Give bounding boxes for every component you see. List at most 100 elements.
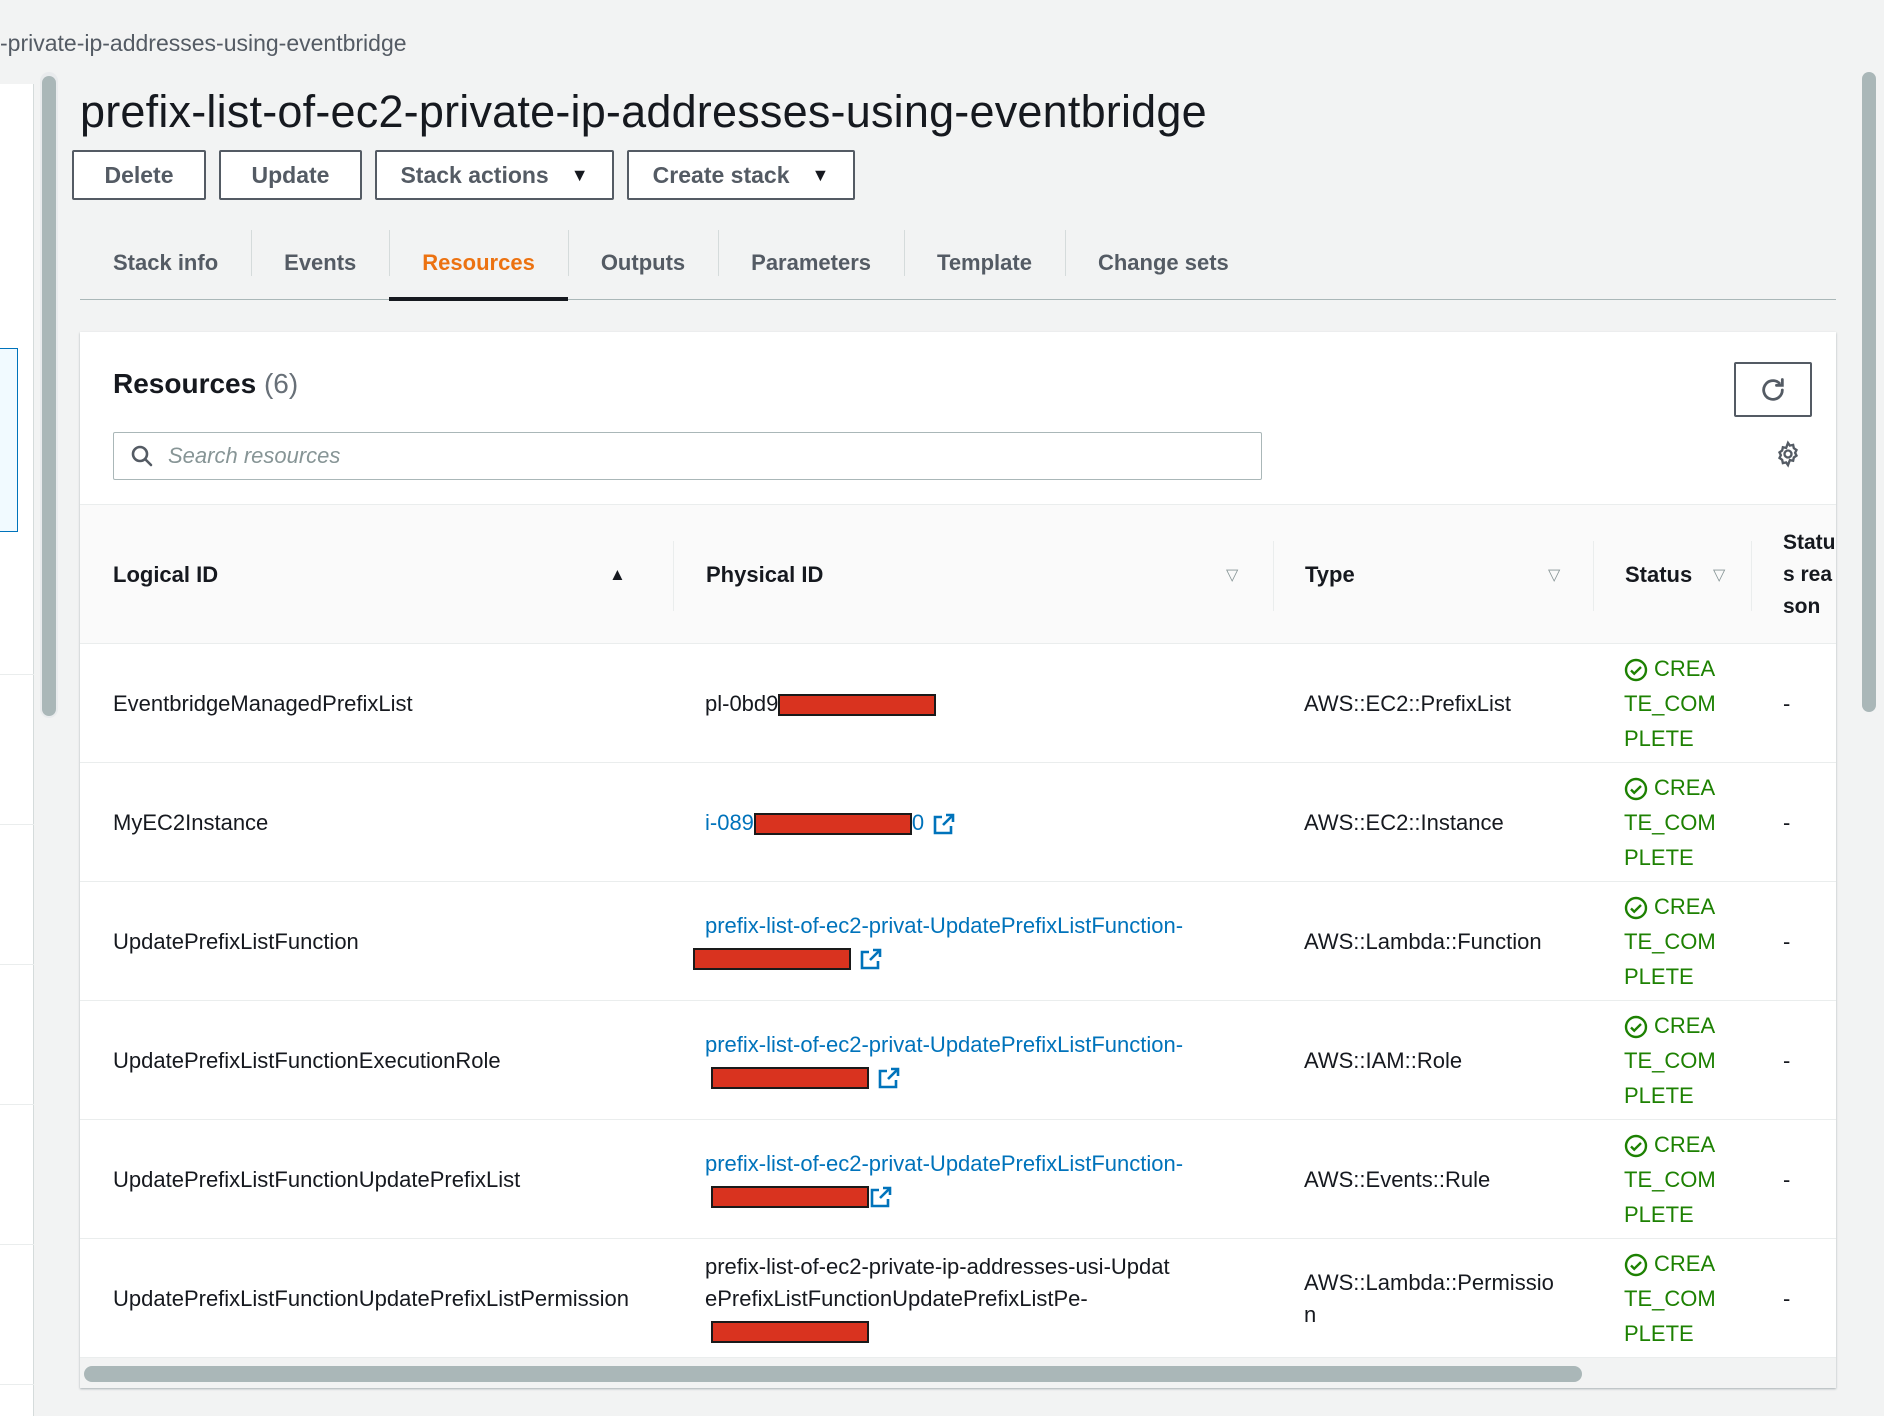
- physical-id-cell: prefix-list-of-ec2-privat-UpdatePrefixLi…: [705, 1120, 1265, 1239]
- settings-gear-icon[interactable]: [1774, 440, 1802, 468]
- column-header-logical-id[interactable]: Logical ID ▲: [113, 505, 633, 645]
- status-reason-cell: -: [1783, 809, 1791, 835]
- type-cell: AWS::EC2::PrefixList: [1304, 690, 1512, 716]
- table-horizontal-scrollbar[interactable]: [80, 1358, 1836, 1388]
- status-label: Status: [1625, 562, 1693, 587]
- external-link-icon: [933, 813, 955, 834]
- table-scrollbar-thumb[interactable]: [84, 1366, 1582, 1382]
- table-row[interactable]: UpdatePrefixListFunctionUpdatePrefixList…: [80, 1239, 1836, 1358]
- right-scrollbar-thumb[interactable]: [1862, 72, 1876, 712]
- stack-actions-label: Stack actions: [400, 161, 549, 188]
- tab-outputs[interactable]: Outputs: [567, 226, 718, 300]
- physical-id-text: pl-0bd9: [705, 690, 779, 716]
- column-header-type[interactable]: Type ▽: [1305, 505, 1585, 645]
- logical-id-cell: UpdatePrefixListFunctionUpdatePrefixList…: [113, 1285, 630, 1311]
- table-row[interactable]: UpdatePrefixListFunctionExecutionRole pr…: [80, 1001, 1836, 1120]
- search-box: [113, 432, 1262, 480]
- table-row[interactable]: UpdatePrefixListFunctionUpdatePrefixList…: [80, 1120, 1836, 1239]
- resources-panel: Resources (6) Logical ID ▲ Physical ID ▽: [80, 332, 1836, 1388]
- status-cell: CREATE_COMPLETE: [1624, 1120, 1724, 1239]
- page-scrollbar[interactable]: [40, 72, 58, 718]
- physical-id-link[interactable]: prefix-list-of-ec2-privat-UpdatePrefixLi…: [705, 1151, 1183, 1208]
- status-reason-cell: -: [1783, 1285, 1791, 1311]
- sort-icon[interactable]: ▽: [1548, 565, 1560, 585]
- redaction-bar: [693, 947, 851, 970]
- resources-title: Resources: [113, 368, 257, 399]
- delete-label: Delete: [104, 161, 174, 188]
- physical-id-label: Physical ID: [706, 562, 824, 587]
- caret-down-icon: ▼: [811, 164, 830, 185]
- caret-down-icon: ▼: [570, 164, 589, 185]
- tab-template[interactable]: Template: [904, 226, 1065, 300]
- stack-actions-button[interactable]: Stack actions ▼: [375, 150, 614, 200]
- table-row[interactable]: UpdatePrefixListFunction prefix-list-of-…: [80, 882, 1836, 1001]
- type-cell: AWS::Lambda::Permission: [1304, 1239, 1554, 1358]
- sort-ascending-icon[interactable]: ▲: [609, 565, 626, 585]
- physical-id-link[interactable]: prefix-list-of-ec2-privat-UpdatePrefixLi…: [693, 912, 1184, 970]
- update-button[interactable]: Update: [219, 150, 362, 200]
- side-navigation-strip[interactable]: [0, 84, 34, 1416]
- refresh-button[interactable]: [1734, 362, 1812, 417]
- success-check-icon: [1624, 1134, 1648, 1158]
- physical-id-text: prefix-list-of-ec2-privat-UpdatePrefixLi…: [705, 912, 1184, 938]
- logical-id-label: Logical ID: [113, 562, 219, 587]
- logical-id-cell: UpdatePrefixListFunctionExecutionRole: [113, 1047, 501, 1073]
- status-reason-label: Status reason: [1783, 531, 1836, 618]
- status-cell: CREATE_COMPLETE: [1624, 1239, 1724, 1358]
- tab-events[interactable]: Events: [251, 226, 389, 300]
- redaction-bar: [711, 1066, 869, 1089]
- physical-id-link[interactable]: i-089 0: [705, 810, 956, 835]
- column-divider: [1593, 541, 1594, 611]
- status-reason-cell: -: [1783, 690, 1791, 716]
- external-link-icon: [860, 948, 882, 969]
- tab-stack-info[interactable]: Stack info: [80, 226, 251, 300]
- table-header: Logical ID ▲ Physical ID ▽ Type ▽ Status…: [80, 504, 1836, 644]
- external-link-icon: [878, 1067, 900, 1088]
- column-divider: [1751, 541, 1752, 611]
- create-stack-button[interactable]: Create stack ▼: [627, 150, 855, 200]
- tab-change-sets[interactable]: Change sets: [1064, 226, 1262, 300]
- physical-id-text: prefix-list-of-ec2-privat-UpdatePrefixLi…: [705, 1031, 1184, 1057]
- column-header-status[interactable]: Status ▽: [1625, 505, 1745, 645]
- divider: [0, 964, 34, 965]
- column-divider: [673, 541, 674, 611]
- sort-icon[interactable]: ▽: [1226, 565, 1238, 585]
- resources-header: Resources (6): [113, 368, 298, 400]
- success-check-icon: [1624, 896, 1648, 920]
- status-reason-cell: -: [1783, 1166, 1791, 1192]
- physical-id-cell: prefix-list-of-ec2-private-ip-addresses-…: [705, 1239, 1175, 1358]
- physical-id-text: prefix-list-of-ec2-privat-UpdatePrefixLi…: [705, 1150, 1184, 1176]
- page-scrollbar-thumb[interactable]: [42, 76, 56, 716]
- table-row[interactable]: EventbridgeManagedPrefixList pl-0bd9 AWS…: [80, 644, 1836, 763]
- status-cell: CREATE_COMPLETE: [1624, 763, 1724, 882]
- tab-resources[interactable]: Resources: [389, 226, 568, 301]
- type-label: Type: [1305, 562, 1355, 587]
- sort-icon[interactable]: ▽: [1713, 565, 1725, 585]
- update-label: Update: [251, 161, 330, 188]
- redaction-bar: [711, 1185, 869, 1208]
- resources-table-body: EventbridgeManagedPrefixList pl-0bd9 AWS…: [80, 644, 1836, 1358]
- search-icon: [130, 444, 154, 468]
- right-scrollbar[interactable]: [1860, 72, 1878, 1416]
- type-cell: AWS::IAM::Role: [1304, 1047, 1463, 1073]
- type-text: AWS::Lambda::Permission: [1304, 1269, 1554, 1327]
- table-row[interactable]: MyEC2Instance i-089 0 AWS::EC2::Instance …: [80, 763, 1836, 882]
- stack-tabs: Stack info Events Resources Outputs Para…: [80, 226, 1836, 301]
- breadcrumb[interactable]: -private-ip-addresses-using-eventbridge: [0, 30, 407, 57]
- status-cell: CREATE_COMPLETE: [1624, 1001, 1724, 1120]
- status-reason-cell: -: [1783, 1047, 1791, 1073]
- tab-parameters[interactable]: Parameters: [718, 226, 904, 300]
- divider: [0, 1384, 34, 1385]
- success-check-icon: [1624, 777, 1648, 801]
- column-header-physical-id[interactable]: Physical ID ▽: [706, 505, 1296, 645]
- divider: [0, 824, 34, 825]
- selected-stack-highlight[interactable]: [0, 348, 18, 532]
- physical-id-link[interactable]: prefix-list-of-ec2-privat-UpdatePrefixLi…: [705, 1032, 1183, 1089]
- search-input[interactable]: [168, 443, 1248, 469]
- delete-button[interactable]: Delete: [72, 150, 206, 200]
- redaction-bar: [753, 812, 912, 835]
- physical-id-suffix: 0: [911, 809, 925, 835]
- success-check-icon: [1624, 1015, 1648, 1039]
- column-header-status-reason[interactable]: Status reason: [1783, 505, 1836, 645]
- success-check-icon: [1624, 1253, 1648, 1277]
